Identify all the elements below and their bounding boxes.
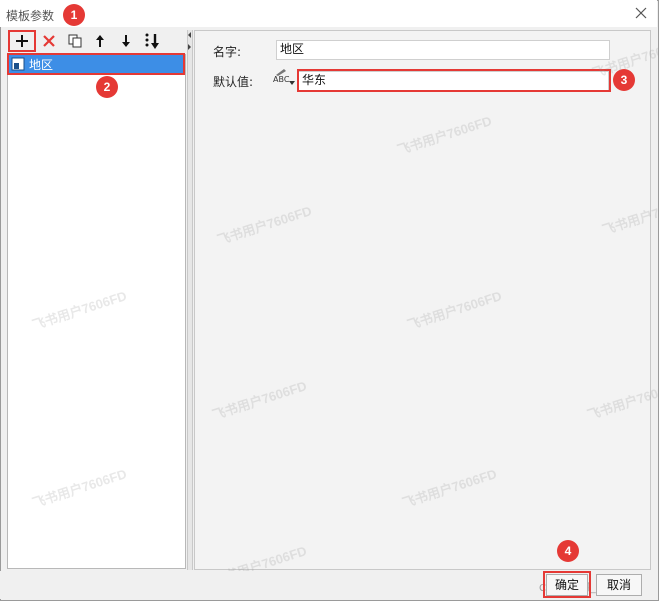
delete-button[interactable] (40, 32, 58, 50)
dialog-title: 模板参数 (6, 9, 55, 23)
name-label: 名字: (213, 45, 242, 59)
move-up-button[interactable] (91, 32, 109, 50)
type-label: ABC (273, 75, 290, 84)
marker-2: 2 (96, 76, 118, 98)
ok-highlight (543, 571, 591, 598)
plus-icon (16, 35, 28, 47)
sort-button[interactable] (143, 32, 161, 50)
tree-item-highlight (7, 53, 185, 75)
copy-button[interactable] (66, 32, 84, 50)
copy-icon (68, 34, 82, 48)
move-down-button[interactable] (117, 32, 135, 50)
name-input[interactable]: 地区 (276, 40, 610, 60)
x-icon (43, 35, 55, 47)
sort-icon (145, 33, 159, 49)
close-icon (635, 7, 647, 19)
title-bar (0, 0, 657, 27)
close-button[interactable] (633, 5, 649, 21)
marker-1: 1 (63, 4, 85, 26)
default-value-label: 默认值: (213, 75, 254, 89)
add-button[interactable] (13, 32, 31, 50)
marker-4: 4 (557, 540, 579, 562)
panel-splitter[interactable] (187, 30, 193, 570)
arrow-up-icon (96, 35, 104, 47)
arrow-down-icon (122, 35, 130, 47)
default-value-highlight (297, 69, 611, 92)
cancel-button[interactable]: 取消 (596, 574, 642, 596)
splitter-arrows-icon (188, 32, 191, 50)
chevron-down-icon (289, 81, 295, 85)
value-type-button[interactable]: ABC (273, 67, 295, 87)
